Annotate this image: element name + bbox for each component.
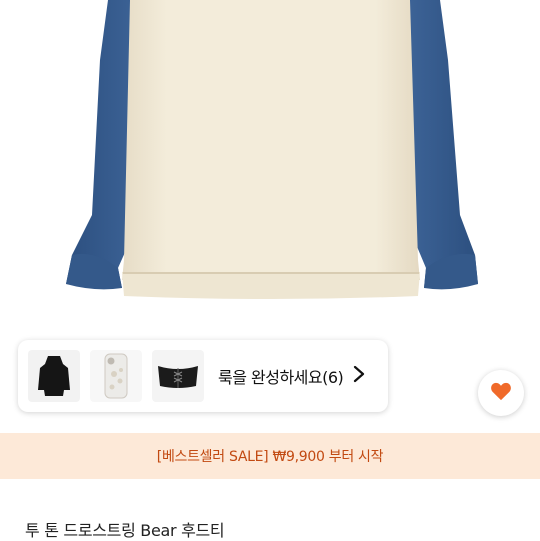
heart-icon bbox=[490, 381, 512, 405]
complete-the-look-label: 룩을 완성하세요(6) bbox=[218, 368, 344, 387]
favorite-button[interactable] bbox=[478, 370, 524, 416]
product-title: 투 톤 드로스트링 Bear 후드티 bbox=[25, 521, 225, 540]
corset-belt-icon[interactable] bbox=[152, 350, 204, 402]
phone-case-icon[interactable] bbox=[90, 350, 142, 402]
complete-the-look-card[interactable]: 룩을 완성하세요(6) bbox=[18, 340, 388, 412]
promo-text: [베스트셀러 SALE] ₩9,900 부터 시작 bbox=[156, 449, 384, 465]
black-dress-icon[interactable] bbox=[28, 350, 80, 402]
promo-banner[interactable]: [베스트셀러 SALE] ₩9,900 부터 시작 bbox=[0, 433, 540, 479]
chevron-right-icon bbox=[353, 365, 365, 387]
